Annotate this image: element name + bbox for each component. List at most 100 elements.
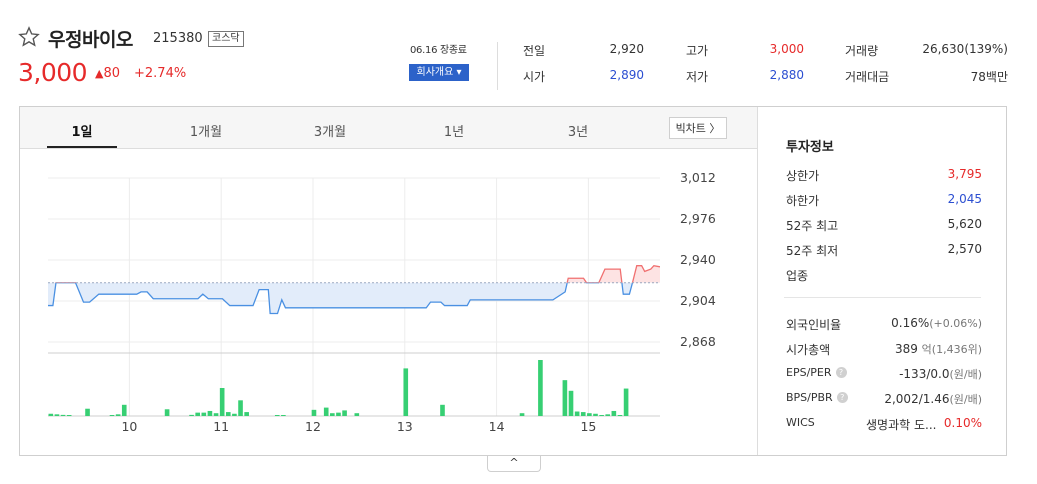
invest-row-label: 52주 최저: [786, 244, 839, 258]
prev-close-label: 전일: [523, 44, 546, 58]
price-area-down: [48, 282, 660, 314]
collapse-button[interactable]: ^: [487, 456, 541, 472]
tab-3month[interactable]: 3개월: [300, 121, 360, 140]
company-overview-button[interactable]: 회사개요 ▾: [409, 64, 469, 81]
period-tab-bar: [20, 107, 757, 149]
bps-pbr-unit: (원/배): [949, 393, 982, 406]
volume-bar: [60, 414, 66, 416]
favorite-star-icon[interactable]: [18, 26, 40, 48]
eps-per-unit: (원/배): [949, 368, 982, 381]
low-label: 저가: [686, 70, 709, 84]
invest-row-label: 상한가: [786, 169, 820, 183]
header-divider: [497, 42, 498, 90]
foreign-ratio-label: 외국인비율: [786, 318, 842, 332]
foreign-ratio-change: (+0.06%): [929, 317, 982, 330]
invest-row-value: 5,620: [947, 217, 982, 231]
invest-row-label: 업종: [786, 269, 809, 283]
change-rate: +2.74%: [134, 66, 187, 81]
eps-per-number: -133/0.0: [899, 367, 950, 381]
price-change-value: 80: [103, 66, 121, 81]
invest-info-title: 투자정보: [786, 140, 834, 155]
volume-bar: [164, 409, 170, 416]
help-icon[interactable]: ?: [836, 392, 848, 403]
y-axis-label: 2,940: [680, 252, 716, 267]
x-axis-label: 11: [213, 419, 229, 434]
bps-pbr-text: BPS/PBR: [786, 391, 833, 404]
volume-bar: [330, 413, 335, 416]
panel-divider: [757, 107, 758, 455]
volume-bar: [281, 415, 286, 416]
volume-value: 26,630(139%): [922, 42, 1008, 56]
low-value: 2,880: [769, 68, 804, 82]
open-value: 2,890: [609, 68, 644, 82]
x-axis-label: 14: [489, 419, 505, 434]
volume-bar: [207, 410, 213, 416]
wics-label: WICS: [786, 416, 815, 429]
x-axis-label: 15: [580, 419, 596, 434]
stock-code: 215380: [153, 31, 203, 46]
intraday-chart: 3,012 2,976 2,940 2,904 2,868 10 11 12 13 14 15: [48, 170, 716, 434]
volume-bar: [611, 410, 617, 416]
open-label: 시가: [523, 70, 546, 84]
volume-bar: [54, 414, 60, 416]
stock-name: 우정바이오: [48, 29, 133, 51]
volume-bar: [232, 413, 237, 416]
volume-bar: [617, 415, 623, 416]
tab-1year[interactable]: 1년: [424, 121, 484, 140]
volume-bar: [311, 409, 317, 416]
volume-bar: [274, 415, 280, 416]
volume-bar: [562, 380, 568, 416]
volume-bar: [238, 400, 243, 416]
invest-row-value: 2,570: [947, 242, 982, 256]
volume-bar: [519, 413, 525, 416]
y-axis-label: 2,868: [680, 334, 716, 349]
volume-bar: [48, 413, 54, 416]
wics-rate: 0.10%: [943, 416, 982, 430]
volume-bar: [201, 412, 207, 416]
volume-bar: [580, 412, 586, 416]
eps-per-value: -133/0.0(원/배): [899, 366, 982, 382]
volume-bar: [342, 410, 347, 416]
invest-divider: [784, 297, 981, 298]
tab-1day[interactable]: 1일: [52, 121, 112, 140]
y-axis-label: 3,012: [680, 170, 716, 185]
tab-1month[interactable]: 1개월: [176, 121, 236, 140]
volume-bar: [605, 414, 611, 416]
foreign-ratio-value: 0.16%(+0.06%): [891, 316, 982, 330]
invest-row-label: 하한가: [786, 194, 820, 208]
y-axis-label: 2,904: [680, 293, 716, 308]
x-axis-label: 12: [305, 419, 321, 434]
volume-bar: [189, 414, 194, 416]
volume-bar: [574, 411, 580, 416]
price-change: ▲80: [95, 66, 120, 81]
volume-bar: [244, 412, 249, 416]
volume-bar: [323, 407, 329, 416]
eps-per-label: EPS/PER?: [786, 366, 847, 379]
volume-bar: [109, 415, 115, 416]
amount-value: 78백만: [970, 70, 1008, 84]
help-icon[interactable]: ?: [835, 367, 847, 378]
volume-bar: [213, 413, 219, 416]
invest-row-value: 2,045: [947, 192, 982, 206]
amount-label: 거래대금: [845, 70, 890, 84]
wics-industry[interactable]: 생명과학 도...: [866, 416, 936, 433]
volume-bar: [587, 413, 592, 416]
market-cap-rank: 억(1,436위): [921, 343, 982, 356]
trade-date: 06.16 장종료: [410, 45, 467, 56]
chevron-up-icon: ^: [509, 456, 519, 469]
tab-3year[interactable]: 3년: [548, 121, 608, 140]
volume-bar: [115, 414, 121, 416]
volume-bar: [66, 415, 72, 416]
volume-bar: [195, 412, 200, 416]
bps-pbr-number: 2,002/1.46: [884, 392, 950, 406]
bigchart-button[interactable]: 빅차트 〉: [669, 117, 727, 139]
volume-bar: [354, 413, 360, 416]
volume-bar: [336, 412, 341, 416]
foreign-ratio-number: 0.16%: [891, 316, 930, 330]
bps-pbr-label: BPS/PBR?: [786, 391, 848, 404]
eps-per-text: EPS/PER: [786, 366, 832, 379]
volume-bar: [599, 415, 604, 416]
invest-row-label: 52주 최고: [786, 219, 839, 233]
market-badge: 코스닥: [208, 31, 244, 47]
market-cap-label: 시가총액: [786, 343, 831, 357]
